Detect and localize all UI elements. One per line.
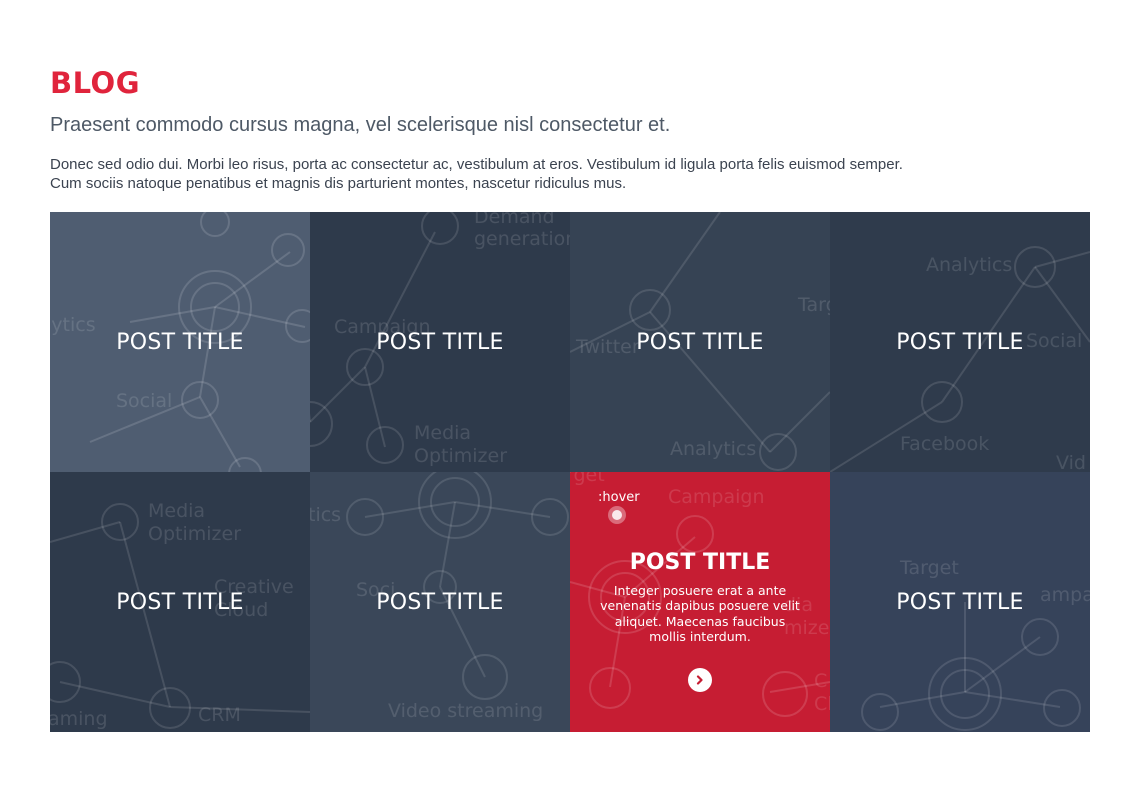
- bg-word: Facebook: [900, 433, 990, 455]
- bg-word: Optimizer: [414, 445, 508, 467]
- post-tile[interactable]: Twitter Targ Analytics POST TITLE: [570, 212, 830, 472]
- post-title: POST TITLE: [636, 329, 764, 355]
- intro-text: Donec sed odio dui. Morbi leo risus, por…: [50, 155, 1050, 193]
- bg-word: Optimizer: [148, 523, 242, 545]
- bg-word: Media: [414, 422, 472, 444]
- bg-word: lytics: [50, 314, 96, 336]
- bg-word: Social: [116, 390, 173, 412]
- intro-line-2: Cum sociis natoque penatibus et magnis d…: [50, 175, 627, 192]
- post-grid: lytics Social POST TITLE Demand generati…: [50, 212, 1090, 732]
- bg-word: Video streaming: [388, 700, 544, 722]
- bg-word: Media: [148, 500, 206, 522]
- bg-word: Targ: [798, 294, 830, 316]
- bg-word: Analytics: [926, 254, 1013, 276]
- bg-word: Target: [900, 557, 959, 579]
- hover-state-label: :hover: [598, 490, 640, 505]
- bg-word: Twitter: [576, 336, 640, 358]
- page-subtitle: Praesent commodo cursus magna, vel scele…: [50, 114, 671, 136]
- post-title: POST TITLE: [116, 589, 244, 615]
- post-tile[interactable]: lytics Social POST TITLE: [50, 212, 310, 472]
- bg-word: rget: [570, 472, 605, 486]
- bg-word: Campaign: [668, 486, 765, 508]
- bg-word: tics: [310, 504, 342, 526]
- read-more-button[interactable]: [688, 668, 712, 692]
- post-tile-hovered[interactable]: rget Campaign dia mize C Clic :hover POS…: [570, 472, 830, 732]
- page-title: BLOG: [50, 66, 141, 100]
- post-tile[interactable]: Media Optimizer Creative Cloud aming CRM…: [50, 472, 310, 732]
- post-excerpt: Integer posuere erat a ante venenatis da…: [600, 582, 800, 645]
- bg-word: Clic: [814, 693, 830, 715]
- post-tile[interactable]: Target ampaig POST TITLE: [830, 472, 1090, 732]
- post-tile[interactable]: Demand generation Campaign Media Optimiz…: [310, 212, 570, 472]
- bg-word: aming: [50, 708, 108, 730]
- post-tile[interactable]: tics Soci Video streaming POST TITLE: [310, 472, 570, 732]
- post-tile[interactable]: Analytics Social Facebook Vid POST TITLE: [830, 212, 1090, 472]
- post-title: POST TITLE: [629, 549, 771, 575]
- cursor-indicator: [608, 506, 626, 524]
- bg-word: Vid: [1056, 452, 1086, 472]
- bg-word: Social: [1026, 330, 1083, 352]
- bg-word: C: [814, 670, 828, 692]
- bg-word: generation: [474, 228, 570, 250]
- post-title: POST TITLE: [896, 589, 1024, 615]
- post-title: POST TITLE: [896, 329, 1024, 355]
- intro-line-1: Donec sed odio dui. Morbi leo risus, por…: [50, 156, 903, 173]
- bg-word: ampaig: [1040, 584, 1090, 606]
- post-title: POST TITLE: [116, 329, 244, 355]
- bg-word: Demand: [474, 212, 555, 228]
- bg-word: CRM: [198, 704, 241, 726]
- post-title: POST TITLE: [376, 329, 504, 355]
- bg-word: Analytics: [670, 438, 757, 460]
- post-title: POST TITLE: [376, 589, 504, 615]
- chevron-right-icon: [696, 675, 703, 685]
